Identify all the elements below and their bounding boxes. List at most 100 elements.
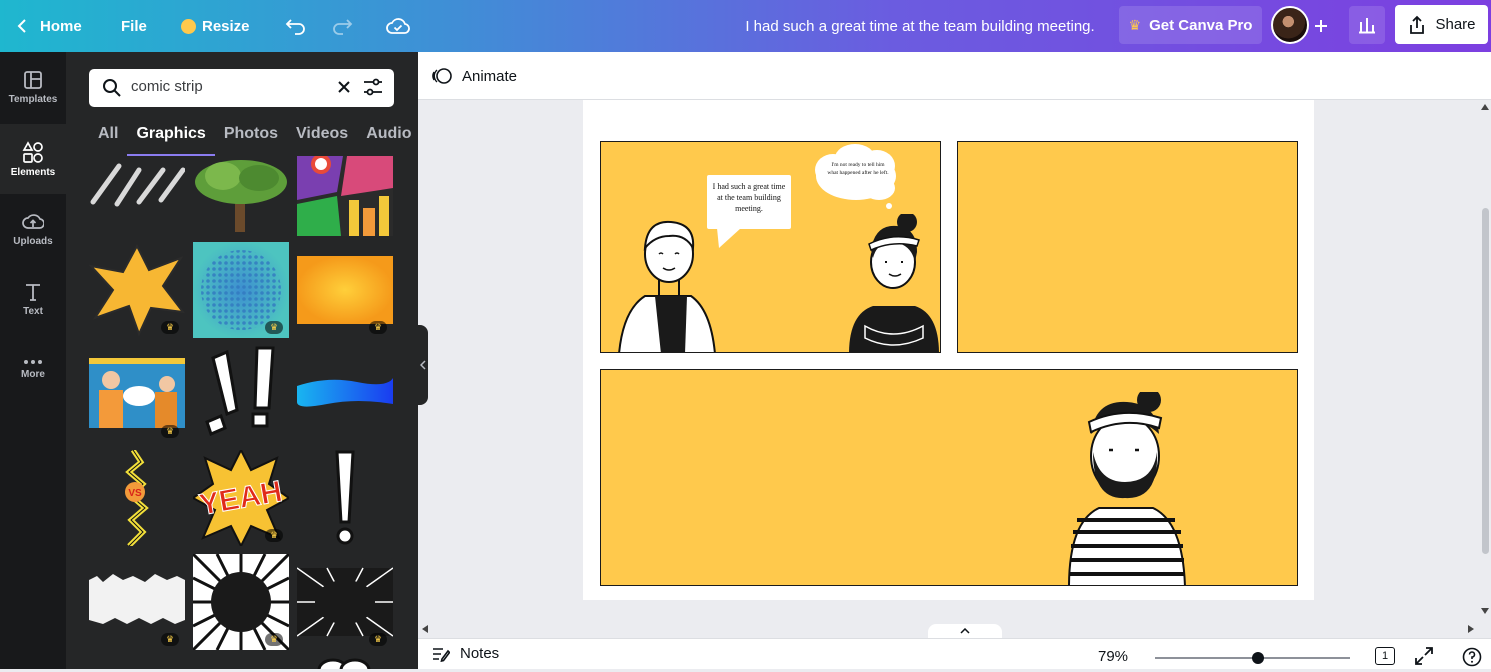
file-label: File xyxy=(121,17,147,35)
graphic-thumbnail-exclamation-marks[interactable] xyxy=(193,346,289,442)
rail-item-elements[interactable]: Elements xyxy=(0,124,66,194)
rail-item-more[interactable]: More xyxy=(0,334,66,404)
pro-crown-badge: ♛ xyxy=(369,633,387,646)
graphic-thumbnail-exclamation[interactable] xyxy=(297,450,393,546)
tab-videos[interactable]: Videos xyxy=(287,124,357,156)
close-icon xyxy=(338,81,350,93)
comic-panel-3[interactable] xyxy=(600,369,1298,586)
comic-panel-2[interactable] xyxy=(957,141,1298,353)
tab-graphics[interactable]: Graphics xyxy=(127,124,215,156)
insights-button[interactable] xyxy=(1349,6,1385,44)
notes-label: Notes xyxy=(460,645,500,662)
search-input[interactable] xyxy=(131,78,321,95)
pro-crown-badge: ♛ xyxy=(265,633,283,646)
woman-character-illustration xyxy=(849,214,939,352)
plus-icon xyxy=(1315,20,1327,32)
share-label: Share xyxy=(1435,16,1476,33)
zoom-slider-knob[interactable] xyxy=(1252,652,1265,664)
expand-icon xyxy=(1415,647,1433,665)
page-count-label: 1 xyxy=(1381,650,1389,662)
scroll-down-arrow-icon xyxy=(1481,608,1489,614)
graphic-thumbnail-orange-burst[interactable]: ♛ xyxy=(297,242,393,338)
graphic-thumbnail-tree[interactable] xyxy=(193,156,289,236)
get-pro-label: Get Canva Pro xyxy=(1149,16,1253,34)
home-label: Home xyxy=(40,17,82,35)
graphic-thumbnail-starburst[interactable]: ♛ xyxy=(89,242,185,338)
pro-crown-badge: ♛ xyxy=(161,633,179,646)
help-button[interactable] xyxy=(1462,647,1482,672)
graphic-thumbnail-brush-strokes[interactable] xyxy=(89,156,185,236)
graphic-thumbnail-lightning-vs[interactable]: VS xyxy=(89,450,185,546)
exclamation-marks-graphic xyxy=(205,346,275,437)
thought-bubble-text[interactable]: I'm not ready to tell him what happened … xyxy=(827,162,889,192)
vertical-scrollbar[interactable] xyxy=(1479,100,1491,620)
cloud-upload-icon xyxy=(22,213,44,229)
rail-item-uploads[interactable]: Uploads xyxy=(0,194,66,264)
get-canva-pro-button[interactable]: ♛ Get Canva Pro xyxy=(1119,6,1262,44)
scroll-up-arrow-icon xyxy=(1481,104,1489,110)
text-icon xyxy=(26,283,40,301)
undo-button[interactable] xyxy=(284,12,308,40)
graphic-thumbnail-radial-lines[interactable]: ♛ xyxy=(297,554,393,650)
comic-panel-1[interactable]: I had such a great time at the team buil… xyxy=(600,141,941,353)
pro-crown-badge: ♛ xyxy=(265,321,283,334)
graphic-thumbnail-cloud[interactable] xyxy=(297,656,393,669)
speech-bubble[interactable]: I had such a great time at the team buil… xyxy=(707,175,791,229)
search-icon xyxy=(103,79,121,97)
search-box xyxy=(89,69,394,107)
design-page[interactable]: I had such a great time at the team buil… xyxy=(583,100,1314,600)
clear-search-button[interactable] xyxy=(337,80,351,99)
more-dots-icon xyxy=(24,359,42,364)
tab-audio[interactable]: Audio xyxy=(357,124,418,156)
show-pages-handle[interactable] xyxy=(928,624,1002,638)
horizontal-scrollbar[interactable] xyxy=(418,620,1479,638)
crown-icon: ♛ xyxy=(1128,16,1142,33)
svg-text:YEAH: YEAH xyxy=(197,475,285,522)
redo-icon xyxy=(333,19,353,35)
graphic-thumbnail-torn-paper[interactable]: ♛ xyxy=(89,554,185,650)
pro-crown-badge: ♛ xyxy=(161,425,179,438)
graphic-thumbnail-halftone[interactable]: ♛ xyxy=(193,242,289,338)
tab-all[interactable]: All xyxy=(89,124,127,156)
graphic-thumbnail-comic-city[interactable] xyxy=(297,156,393,236)
notes-button[interactable]: Notes xyxy=(432,645,499,662)
file-menu-button[interactable]: File xyxy=(121,0,147,52)
share-button[interactable]: Share xyxy=(1395,5,1488,44)
cloud-check-icon xyxy=(386,18,410,34)
add-collaborator-button[interactable] xyxy=(1311,12,1331,40)
animate-button[interactable]: Animate xyxy=(432,64,517,88)
document-title[interactable]: I had such a great time at the team buil… xyxy=(700,0,1140,52)
filter-button[interactable] xyxy=(363,78,383,101)
left-rail: Templates Elements Uploads Text More xyxy=(0,52,66,669)
speech-bubble-tail xyxy=(717,228,741,248)
scroll-left-arrow-icon xyxy=(422,625,428,633)
home-button[interactable]: Home xyxy=(16,0,82,52)
rail-label: Templates xyxy=(8,93,58,105)
bearded-man-character-illustration xyxy=(1068,392,1186,585)
collapse-panel-handle[interactable] xyxy=(418,325,428,405)
zoom-level-button[interactable]: 79% xyxy=(1098,648,1128,665)
cloud-saved-button[interactable] xyxy=(386,12,410,40)
scrollbar-thumb[interactable] xyxy=(1482,208,1489,554)
cloud-graphic xyxy=(317,658,371,669)
redo-button[interactable] xyxy=(330,12,354,40)
comic-city-graphic xyxy=(297,156,393,236)
resize-button[interactable]: Resize xyxy=(181,0,250,52)
rail-item-templates[interactable]: Templates xyxy=(0,52,66,122)
graphic-thumbnail-blue-wave[interactable] xyxy=(297,346,393,442)
elements-icon xyxy=(22,140,43,163)
svg-text:VS: VS xyxy=(128,488,142,499)
avatar[interactable] xyxy=(1271,6,1309,44)
page-count-button[interactable]: 1 xyxy=(1375,647,1395,665)
graphic-thumbnail-speed-lines[interactable]: ♛ xyxy=(193,554,289,650)
help-icon xyxy=(1462,647,1482,667)
rail-item-text[interactable]: Text xyxy=(0,264,66,334)
zoom-slider[interactable] xyxy=(1155,652,1350,664)
graphic-thumbnail-yeah[interactable]: YEAH ♛ xyxy=(193,450,289,546)
pro-crown-badge: ♛ xyxy=(369,321,387,334)
tab-photos[interactable]: Photos xyxy=(215,124,287,156)
lightning-vs-graphic: VS xyxy=(125,450,149,546)
rail-label: Uploads xyxy=(13,235,53,247)
graphic-thumbnail-comic-couple[interactable]: ♛ xyxy=(89,346,185,442)
fullscreen-button[interactable] xyxy=(1415,647,1433,670)
